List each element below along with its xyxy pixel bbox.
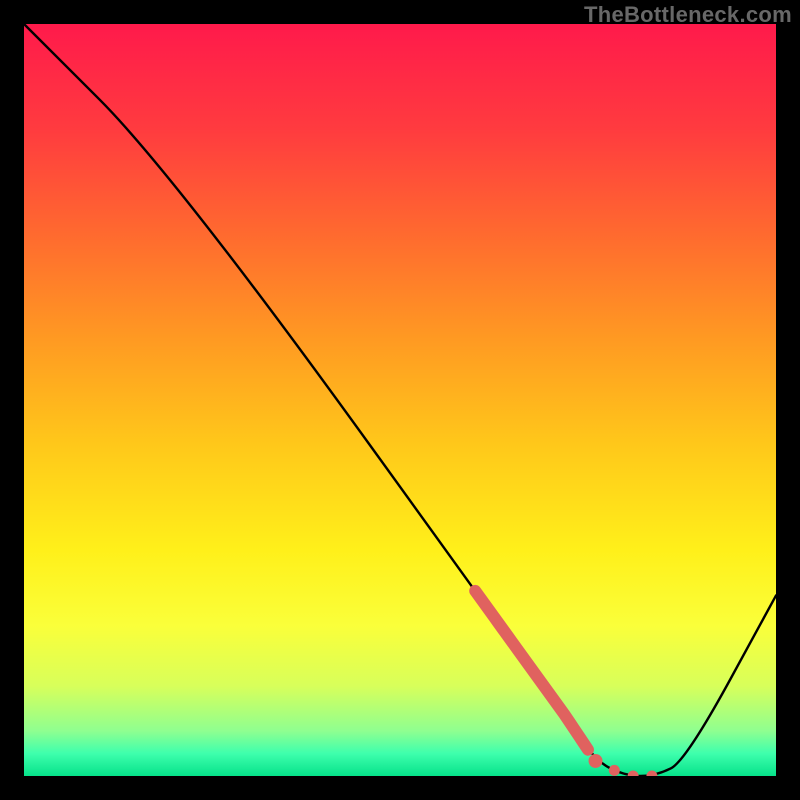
highlight-dot xyxy=(609,765,620,776)
highlight-dot xyxy=(646,771,657,777)
highlight-dot xyxy=(589,754,603,768)
curve-path xyxy=(24,24,776,776)
plot-area xyxy=(24,24,776,776)
watermark-label: TheBottleneck.com xyxy=(584,2,792,28)
bottleneck-curve xyxy=(24,24,776,776)
plot-frame xyxy=(24,24,776,776)
highlight-segment xyxy=(475,591,588,750)
highlight-dot xyxy=(628,771,639,777)
chart-root: TheBottleneck.com xyxy=(0,0,800,800)
